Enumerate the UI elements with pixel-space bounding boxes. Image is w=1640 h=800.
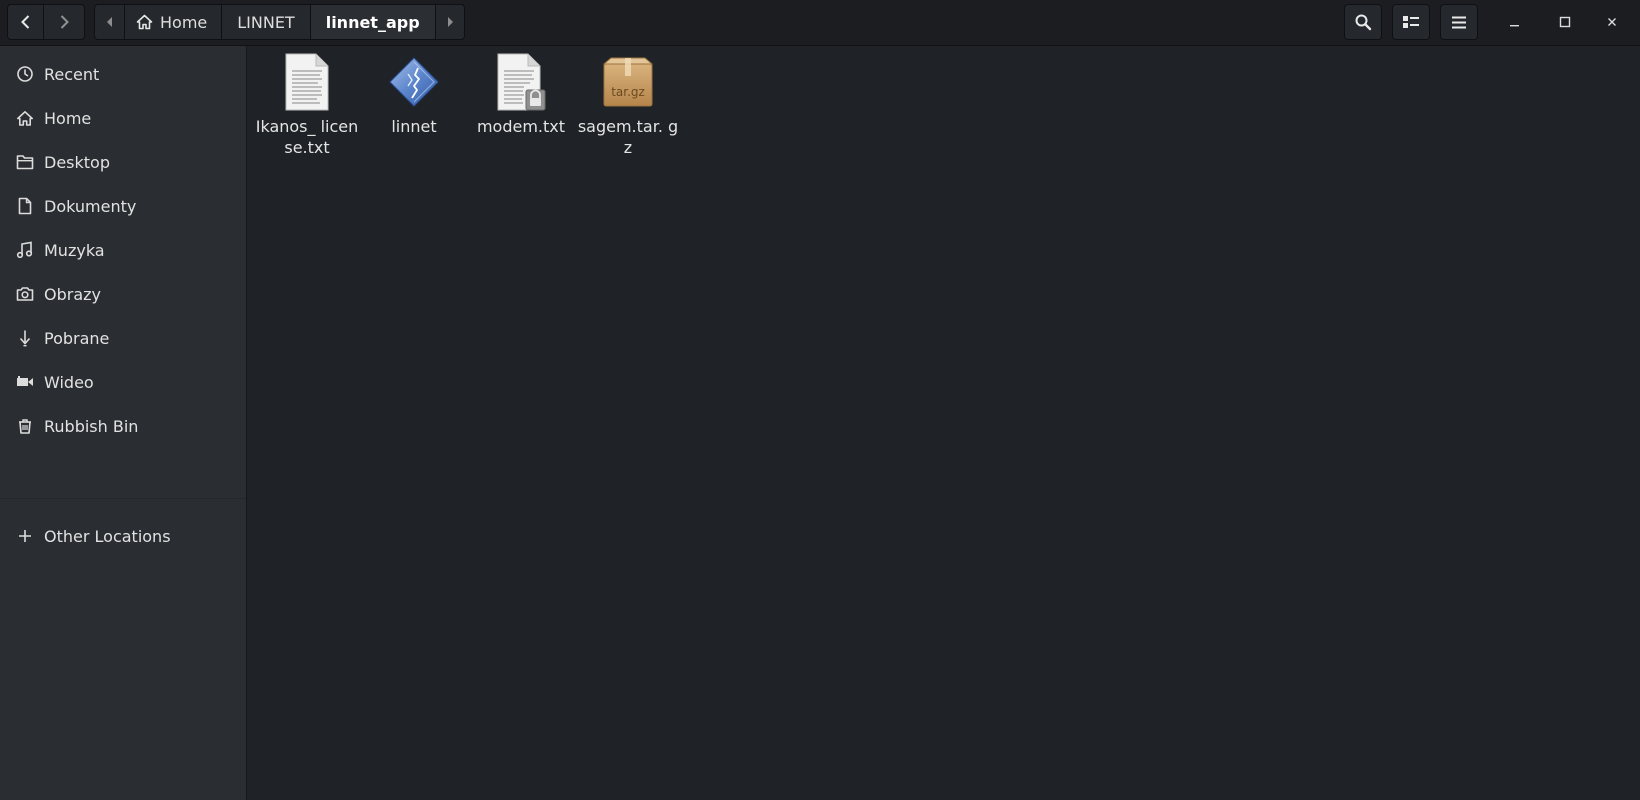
sidebar-item-obrazy[interactable]: Obrazy [0, 274, 246, 314]
file-name: Ikanos_ license.txt [255, 117, 359, 157]
breadcrumb-scroll-right[interactable] [434, 5, 464, 39]
sidebar-item-label: Desktop [44, 152, 110, 172]
close-button[interactable] [1597, 7, 1627, 37]
chevron-left-icon [20, 15, 29, 29]
sidebar-item-label: Recent [44, 64, 100, 84]
file-item-ikanos-license[interactable]: Ikanos_ license.txt [255, 52, 359, 158]
video-icon [15, 372, 35, 392]
sidebar-item-label: Muzyka [44, 240, 105, 260]
minimize-icon [1510, 25, 1519, 27]
sidebar-item-recent[interactable]: Recent [0, 54, 246, 94]
camera-icon [15, 284, 35, 304]
breadcrumb-linnet-label: LINNET [237, 12, 295, 32]
file-name: sagem.tar. gz [577, 117, 679, 157]
breadcrumb-home[interactable]: Home [125, 5, 223, 39]
file-item-modem[interactable]: modem.txt [469, 52, 573, 137]
file-view[interactable]: Ikanos_ license.txt linnet modem.txt tar… [247, 46, 1640, 800]
sidebar-item-home[interactable]: Home [0, 98, 246, 138]
sidebar-item-wideo[interactable]: Wideo [0, 362, 246, 402]
sidebar-item-label: Obrazy [44, 284, 101, 304]
hamburger-menu-icon [1452, 16, 1466, 28]
home-icon [136, 14, 153, 30]
search-icon [1355, 14, 1372, 31]
forward-button[interactable] [44, 4, 85, 40]
sidebar-item-label: Wideo [44, 372, 94, 392]
sidebar-item-pobrane[interactable]: Pobrane [0, 318, 246, 358]
archive-type-badge: tar.gz [611, 85, 645, 99]
plus-icon [15, 526, 35, 546]
file-item-linnet[interactable]: linnet [362, 52, 466, 137]
menu-button[interactable] [1440, 4, 1478, 40]
sidebar-separator [0, 498, 246, 499]
sidebar-item-label: Rubbish Bin [44, 416, 139, 436]
sidebar-item-label: Home [44, 108, 92, 128]
breadcrumb-home-label: Home [160, 12, 208, 32]
sidebar: Recent Home Desktop Dokumenty Muzyka Obr… [0, 46, 247, 800]
breadcrumb-scroll-left[interactable] [95, 5, 125, 39]
breadcrumb-current-label: linnet_app [325, 12, 420, 32]
search-button[interactable] [1344, 4, 1382, 40]
text-file-icon [279, 52, 335, 112]
file-item-sagem-archive[interactable]: tar.gz sagem.tar. gz [576, 52, 680, 158]
chevron-right-icon [60, 15, 69, 29]
folder-icon [15, 152, 35, 172]
music-icon [15, 240, 35, 260]
maximize-button[interactable] [1550, 7, 1580, 37]
sidebar-item-label: Other Locations [44, 526, 171, 546]
triangle-left-icon [106, 17, 112, 27]
sidebar-item-muzyka[interactable]: Muzyka [0, 230, 246, 270]
file-name: linnet [391, 117, 437, 136]
file-manager-window: Home LINNET linnet_app Recent Home Deskt… [0, 0, 1640, 800]
clock-icon [15, 64, 35, 84]
sidebar-item-rubbish-bin[interactable]: Rubbish Bin [0, 406, 246, 446]
close-icon [1608, 18, 1616, 26]
header-bar: Home LINNET linnet_app [0, 0, 1640, 46]
archive-icon: tar.gz [600, 52, 656, 112]
back-button[interactable] [7, 4, 44, 40]
minimize-button[interactable] [1500, 7, 1530, 37]
trash-icon [15, 416, 35, 436]
maximize-icon [1559, 16, 1571, 28]
sidebar-item-label: Dokumenty [44, 196, 137, 216]
triangle-right-icon [447, 17, 453, 27]
file-name: modem.txt [476, 117, 566, 136]
list-view-icon [1403, 16, 1419, 28]
sidebar-item-desktop[interactable]: Desktop [0, 142, 246, 182]
breadcrumb: Home LINNET linnet_app [94, 4, 465, 40]
home-icon [15, 108, 35, 128]
sidebar-item-label: Pobrane [44, 328, 110, 348]
view-toggle-button[interactable] [1392, 4, 1430, 40]
executable-icon [386, 52, 442, 112]
breadcrumb-linnet[interactable]: LINNET [222, 5, 311, 39]
sidebar-item-other-locations[interactable]: Other Locations [0, 516, 246, 556]
breadcrumb-current[interactable]: linnet_app [310, 5, 435, 39]
download-icon [15, 328, 35, 348]
document-icon [15, 196, 35, 216]
locked-text-file-icon [493, 52, 549, 112]
sidebar-item-dokumenty[interactable]: Dokumenty [0, 186, 246, 226]
